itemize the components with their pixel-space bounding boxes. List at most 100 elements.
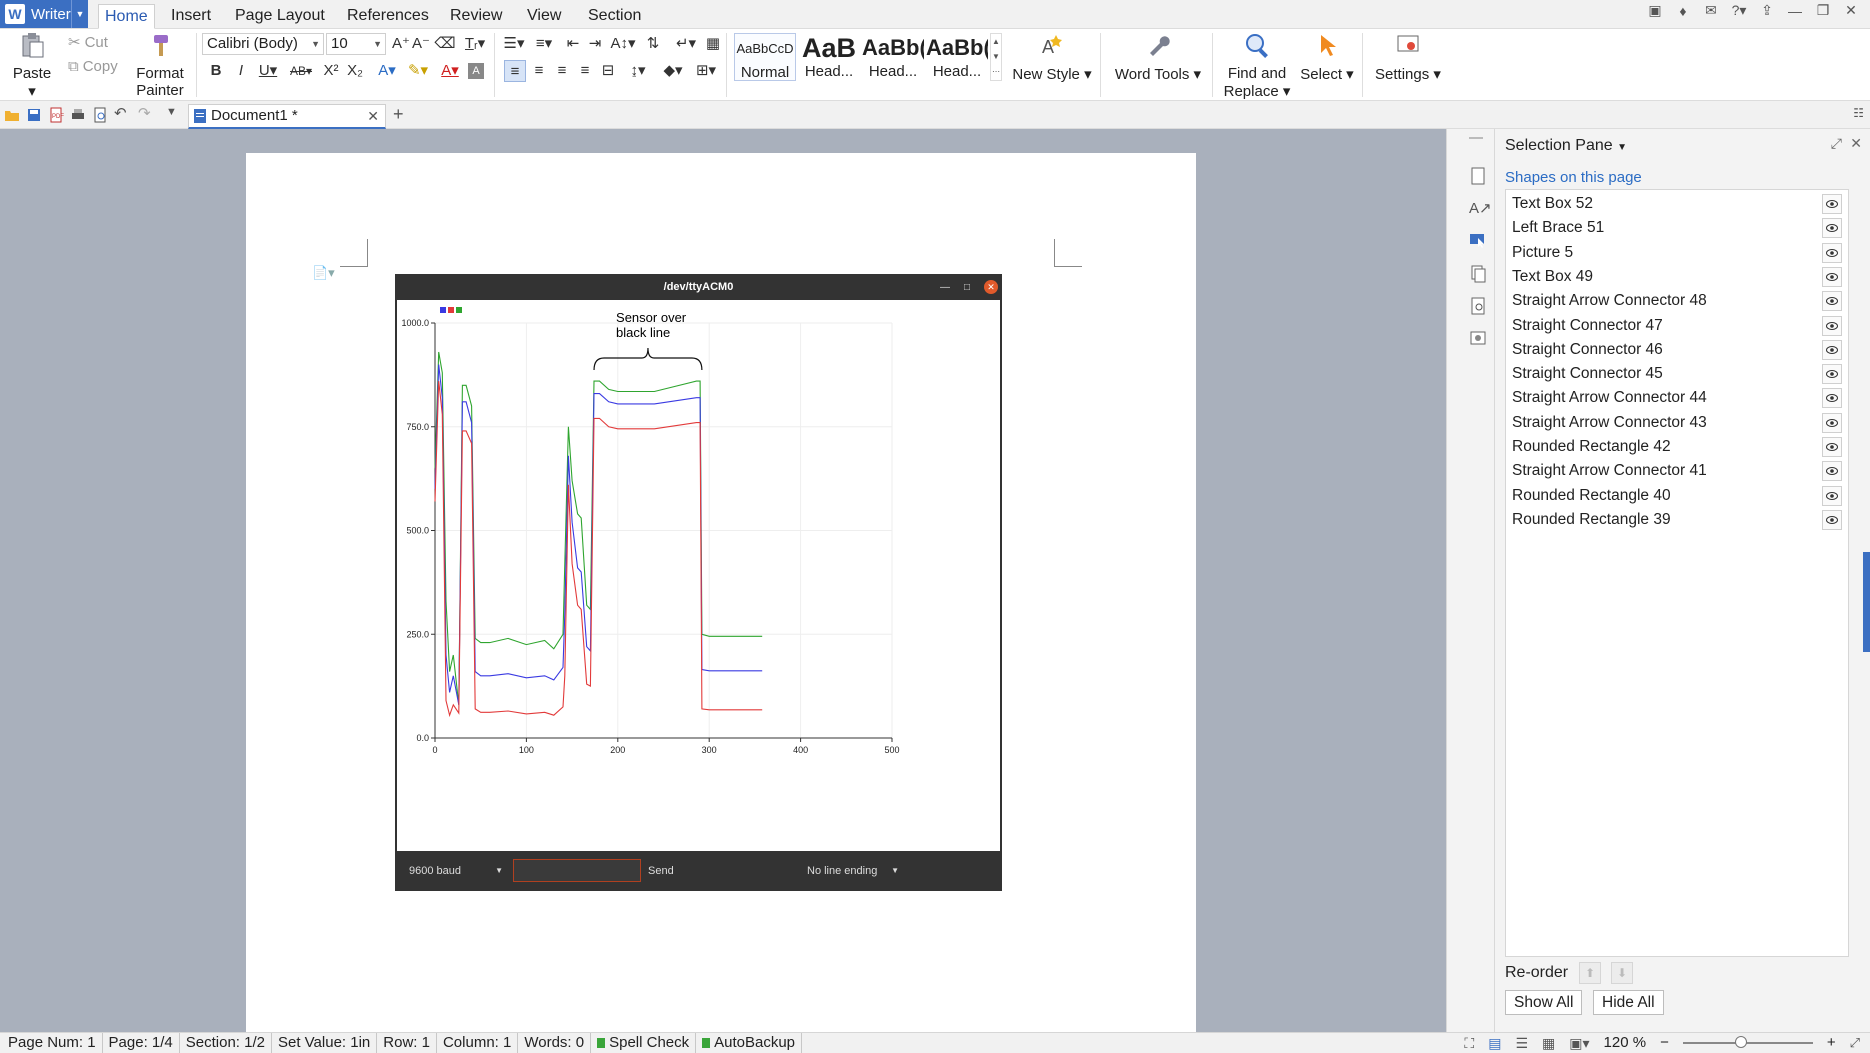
shrink-font-icon[interactable]: A⁻	[410, 33, 432, 55]
underline-icon[interactable]: U▾	[254, 60, 282, 82]
char-shading-icon[interactable]: A	[468, 63, 484, 79]
close-tab-icon[interactable]: ✕	[367, 105, 379, 127]
chevron-down-icon[interactable]: ▼	[71, 0, 88, 28]
print-preview-icon[interactable]	[92, 107, 108, 123]
tab-list-icon[interactable]: ☷	[1853, 106, 1864, 120]
style-heading-3[interactable]: AaBb( Head...	[926, 33, 988, 81]
zoom-slider[interactable]	[1682, 1036, 1813, 1048]
bullets-icon[interactable]: ☰▾	[500, 33, 528, 55]
tab-home[interactable]: Home	[98, 4, 155, 29]
eye-icon[interactable]	[1822, 315, 1842, 336]
eye-icon[interactable]	[1822, 437, 1842, 457]
chat-icon[interactable]: ✉	[1702, 2, 1720, 19]
pane-edge-handle[interactable]	[1863, 552, 1870, 652]
increase-indent-icon[interactable]: ⇥	[584, 33, 606, 55]
move-down-button[interactable]: ⬇	[1611, 962, 1633, 984]
eye-icon[interactable]	[1822, 266, 1842, 287]
eye-icon[interactable]	[1822, 242, 1842, 263]
decrease-indent-icon[interactable]: ⇤	[562, 33, 584, 55]
document-page[interactable]: 📄▾ /dev/ttyACM0 — □ ✕ 0 100 200 300 400 500 0.…	[246, 153, 1196, 1032]
close-icon[interactable]: ✕	[1842, 2, 1860, 19]
tab-section[interactable]: Section	[582, 4, 647, 29]
show-marks-icon[interactable]: ↵▾	[672, 33, 700, 55]
style-icon[interactable]: A↗	[1469, 199, 1492, 217]
status-column[interactable]: Column: 1	[443, 1033, 519, 1053]
font-name-select[interactable]: Calibri (Body) ▼	[202, 33, 324, 55]
style-normal[interactable]: AaBbCcD Normal	[734, 33, 796, 81]
table-grid-icon[interactable]: ▦	[702, 33, 724, 55]
help-icon[interactable]: ?▾	[1730, 2, 1748, 19]
zoom-level[interactable]: 120 %	[1604, 1033, 1647, 1053]
selection-pane-title[interactable]: Selection Pane ▼	[1505, 137, 1627, 155]
strikethrough-icon[interactable]: AB▾	[286, 60, 316, 82]
borders-icon[interactable]: ⊞▾	[692, 60, 720, 82]
save-icon[interactable]	[26, 107, 42, 123]
skin-icon[interactable]: ▣	[1646, 2, 1664, 19]
zoom-out-icon[interactable]: −	[1660, 1033, 1669, 1053]
numbering-icon[interactable]: ≡▾	[530, 33, 558, 55]
tab-view[interactable]: View	[521, 4, 567, 29]
select-button[interactable]: Select ▾	[1296, 31, 1358, 83]
selection-pane-icon[interactable]	[1469, 231, 1487, 249]
shape-list-item[interactable]: Rounded Rectangle 39	[1506, 506, 1848, 535]
align-center-icon[interactable]: ≡	[528, 60, 550, 82]
style-heading-2[interactable]: AaBb( Head...	[862, 33, 924, 81]
app-menu-button[interactable]: W Writer ▼	[0, 0, 88, 28]
font-size-select[interactable]: 10 ▼	[326, 33, 386, 55]
paragraph-anchor-icon[interactable]: 📄▾	[312, 265, 335, 281]
new-tab-button[interactable]: +	[393, 104, 404, 125]
collapse-ribbon-icon[interactable]: ⇪	[1758, 2, 1776, 19]
grow-font-icon[interactable]: A⁺	[390, 33, 412, 55]
word-tools-button[interactable]: Word Tools ▾	[1110, 31, 1206, 83]
distributed-icon[interactable]: ⊟	[597, 60, 619, 82]
find-doc-icon[interactable]	[1469, 297, 1487, 315]
status-page-num[interactable]: Page Num: 1	[8, 1033, 103, 1053]
move-up-button[interactable]: ⬆	[1579, 962, 1601, 984]
paste-button[interactable]: Paste ▾	[8, 31, 56, 100]
fit-page-icon[interactable]: ⤢	[1850, 1033, 1860, 1053]
full-screen-icon[interactable]: ⛶	[1464, 1033, 1474, 1053]
shirt-icon[interactable]: ♦	[1674, 3, 1692, 19]
document-canvas[interactable]: 📄▾ /dev/ttyACM0 — □ ✕ 0 100 200 300 400 500 0.…	[0, 129, 1446, 1032]
status-set-value[interactable]: Set Value: 1in	[278, 1033, 378, 1053]
cut-button[interactable]: ✂ Cut	[68, 33, 108, 52]
picture-serial-plotter[interactable]: /dev/ttyACM0 — □ ✕ 0 100 200 300 400 500 0.0 25…	[395, 274, 1002, 891]
new-style-button[interactable]: A New Style ▾	[1008, 31, 1096, 83]
clear-format-icon[interactable]: ⌫	[434, 33, 456, 55]
tab-page-layout[interactable]: Page Layout	[229, 4, 331, 29]
document-icon[interactable]	[1469, 167, 1487, 185]
style-heading-1[interactable]: AaB Head...	[798, 33, 860, 81]
close-icon[interactable]: ✕	[1850, 135, 1862, 152]
eye-icon[interactable]	[1822, 339, 1842, 360]
tab-review[interactable]: Review	[444, 4, 508, 29]
pin-icon[interactable]: ⤢	[1831, 135, 1842, 152]
tab-references[interactable]: References	[341, 4, 435, 29]
text-effect-icon[interactable]: A▾	[374, 60, 400, 82]
justify-icon[interactable]: ≡	[574, 60, 596, 82]
status-spell-check[interactable]: Spell Check	[597, 1033, 697, 1053]
find-replace-button[interactable]: Find and Replace ▾	[1222, 31, 1292, 100]
eye-icon[interactable]	[1822, 412, 1842, 433]
restore-icon[interactable]: ❐	[1814, 2, 1832, 19]
italic-icon[interactable]: I	[230, 60, 252, 82]
eye-icon[interactable]	[1822, 291, 1842, 312]
export-pdf-icon[interactable]: PDF	[48, 107, 64, 123]
shading-icon[interactable]: ◆▾	[658, 60, 688, 82]
undo-icon[interactable]: ↶	[114, 104, 130, 122]
print-icon[interactable]	[70, 107, 86, 123]
eye-icon[interactable]	[1822, 364, 1842, 385]
tab-insert[interactable]: Insert	[165, 4, 217, 29]
bold-icon[interactable]: B	[205, 60, 227, 82]
subscript-icon[interactable]: X₂	[344, 60, 366, 82]
status-words[interactable]: Words: 0	[524, 1033, 592, 1053]
eye-icon[interactable]	[1822, 388, 1842, 409]
copy-doc-icon[interactable]	[1469, 265, 1487, 283]
page-view-icon[interactable]: ▤	[1488, 1033, 1501, 1053]
image-doc-icon[interactable]	[1469, 329, 1487, 347]
status-row[interactable]: Row: 1	[383, 1033, 437, 1053]
show-all-button[interactable]: Show All	[1505, 990, 1583, 1015]
style-gallery-scroll[interactable]: ▲ ▼ ⋯	[990, 33, 1002, 81]
status-section[interactable]: Section: 1/2	[186, 1033, 272, 1053]
settings-button[interactable]: Settings ▾	[1370, 31, 1446, 83]
sort-icon[interactable]: ⇅	[642, 33, 664, 55]
